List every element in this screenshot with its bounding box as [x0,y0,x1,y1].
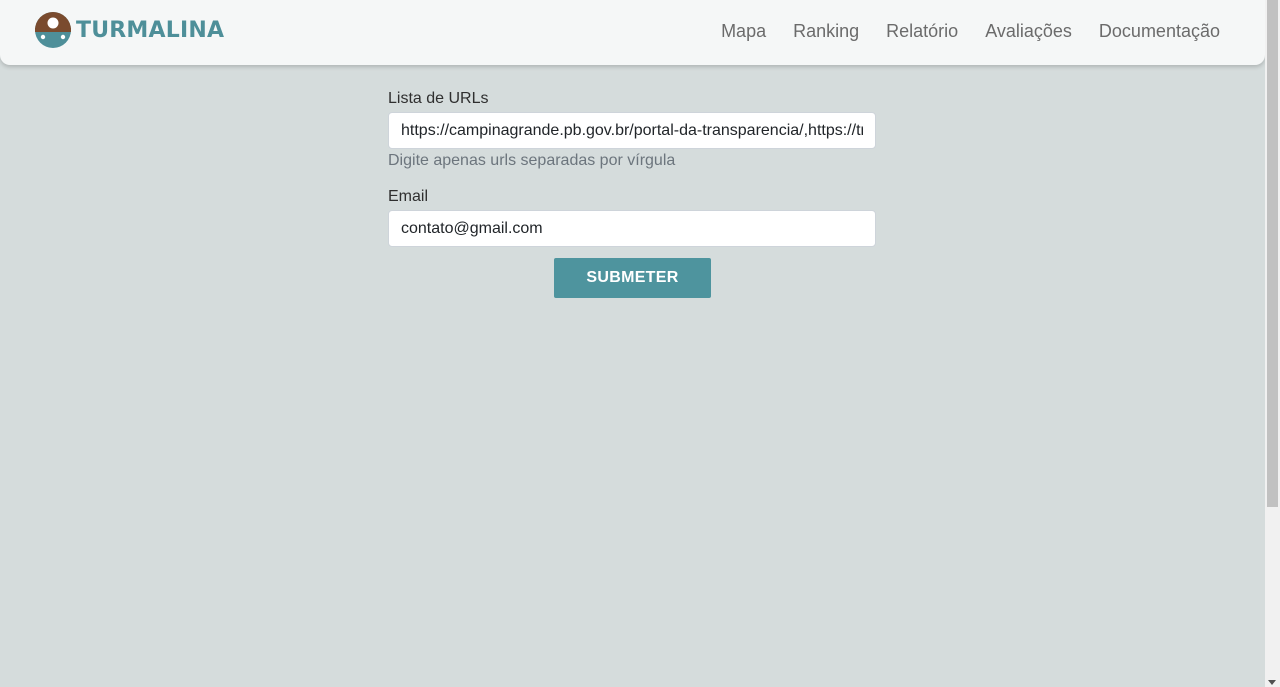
email-field-group: Email [388,188,876,247]
scroll-down-arrow-icon[interactable] [1268,680,1276,685]
mushroom-logo-icon [35,12,71,48]
navbar: TURMALINA Mapa Ranking Relatório Avaliaç… [0,0,1265,65]
submit-button[interactable]: SUBMETER [554,258,711,298]
urls-field-group: Lista de URLs Digite apenas urls separad… [388,90,876,170]
email-input[interactable] [388,210,876,247]
nav-link-avaliacoes[interactable]: Avaliações [985,21,1072,42]
nav-link-ranking[interactable]: Ranking [793,21,859,42]
urls-help-text: Digite apenas urls separadas por vírgula [388,152,676,169]
nav-links: Mapa Ranking Relatório Avaliações Docume… [694,0,1220,62]
url-submission-form: Lista de URLs Digite apenas urls separad… [388,90,876,247]
urls-input[interactable] [388,112,876,149]
brand-name: TURMALINA [76,17,225,43]
vertical-scrollbar[interactable] [1265,0,1280,687]
brand-link[interactable]: TURMALINA [34,11,224,49]
scrollbar-thumb[interactable] [1267,0,1278,507]
urls-label: Lista de URLs [388,90,489,107]
email-label: Email [388,188,429,205]
nav-link-documentacao[interactable]: Documentação [1099,21,1220,42]
nav-link-relatorio[interactable]: Relatório [886,21,958,42]
nav-link-mapa[interactable]: Mapa [721,21,766,42]
